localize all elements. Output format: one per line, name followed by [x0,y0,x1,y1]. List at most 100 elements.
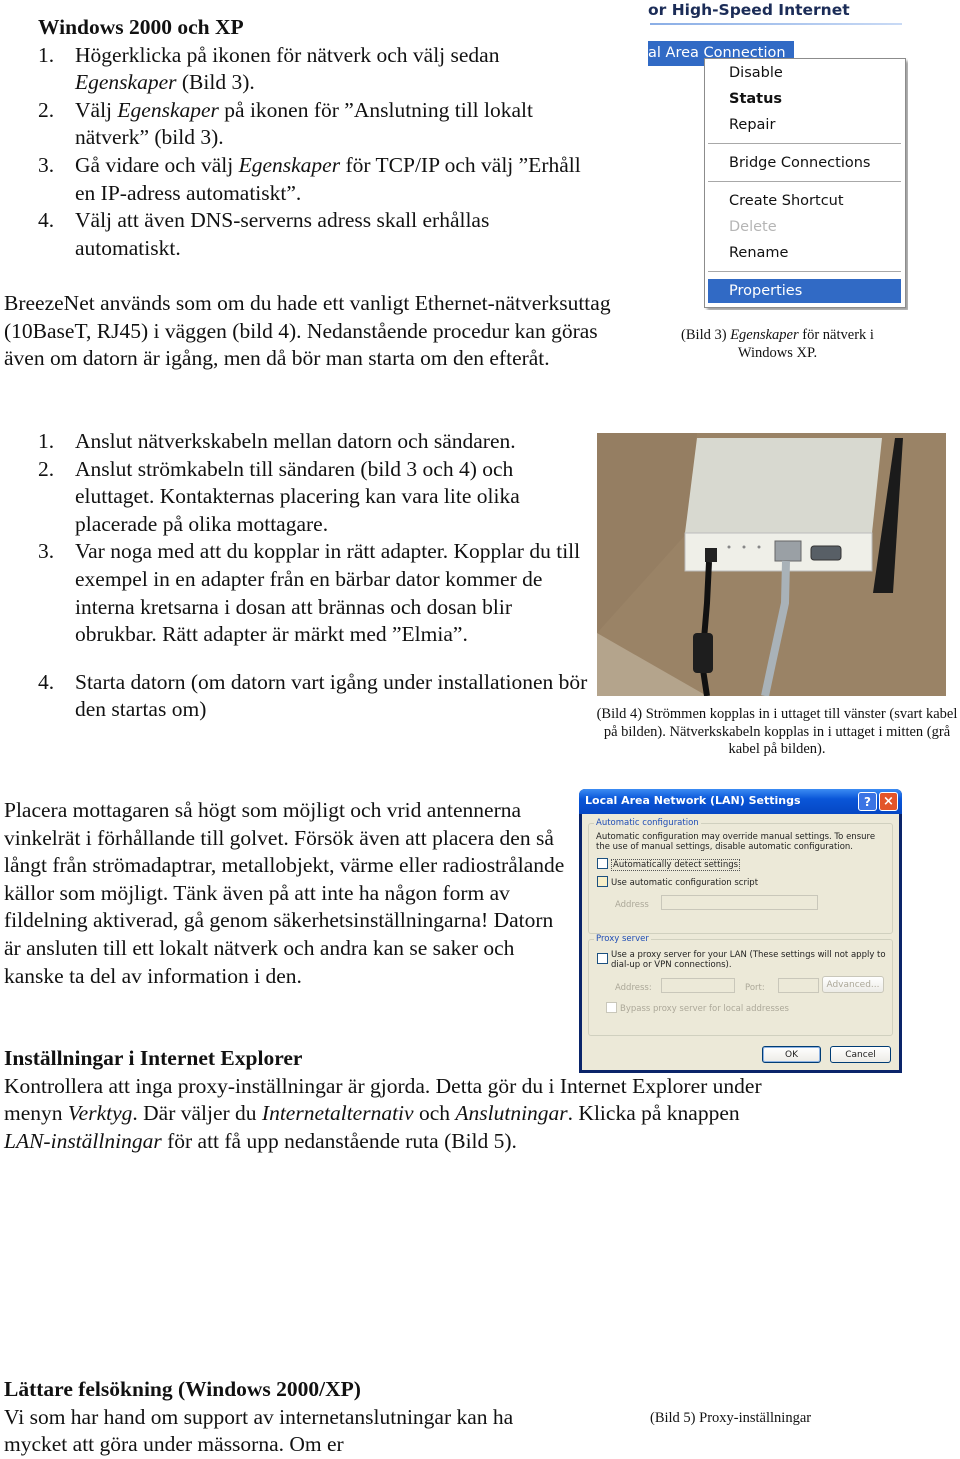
menu-separator [708,143,901,144]
figure-4-photo [597,433,946,696]
section-internet-explorer: Inställningar i Internet Explorer Kontro… [4,1045,764,1155]
menu-item-properties[interactable]: Properties [708,279,901,303]
step-text: Anslut nätverkskabeln mellan datorn och … [75,429,516,453]
use-proxy-server-label: Use a proxy server for your LAN (These s… [611,950,886,970]
section-heading: Windows 2000 och XP [38,15,244,39]
proxy-server-legend: Proxy server [596,934,649,944]
italic-term: Internetalternativ [261,1101,414,1126]
use-automatic-configuration-script-label: Use automatic configuration script [611,878,759,888]
text-run: . Klicka på knappen [567,1101,740,1126]
figure-3-context-menu-screenshot: or High-Speed Internet al Area Connectio… [648,0,908,310]
context-menu: Disable Status Repair Bridge Connections Cre… [704,58,906,308]
checkbox-box[interactable] [597,876,608,887]
step-number: 1. [38,429,55,453]
menu-item-repair[interactable]: Repair [705,113,905,137]
step-item: 3. Gå vidare och välj Egenskaper för TCP/… [0,152,600,207]
italic-term: Anslutningar [455,1101,568,1126]
step-number: 2. [38,97,55,122]
text-run: och [413,1101,456,1126]
italic-term: Egenskaper [238,152,341,177]
port-input[interactable] [778,978,819,993]
section-installation-steps: 1. Anslut nätverkskabeln mellan datorn oc… [0,428,590,724]
menu-item-rename[interactable]: Rename [705,241,905,265]
troubleshooting-text: Vi som har hand om support av internetan… [4,1404,514,1457]
menu-separator [708,181,901,182]
automatic-configuration-description: Automatic configuration may override man… [596,832,876,852]
italic-term: LAN-inställningar [4,1128,162,1153]
network-header-text: or High-Speed Internet [648,1,850,19]
italic-term: Egenskaper [75,70,177,95]
section-troubleshooting: Lättare felsökning (Windows 2000/XP) Vi … [4,1376,549,1459]
text-run: Välj att även DNS-serverns adress skall … [75,208,490,260]
step-text: Anslut strömkabeln till sändaren (bild 3… [75,456,520,536]
menu-item-delete[interactable]: Delete [705,215,905,239]
step-item: 2. Anslut strömkabeln till sändaren (bild… [0,456,590,539]
caption-italic: Egenskaper [730,327,799,343]
steps-list: 1. Högerklicka på ikonen för nätverk och … [0,42,600,263]
step-text: Starta datorn (om datorn vart igång unde… [75,669,588,722]
checkbox-box[interactable] [606,1002,617,1013]
step-number: 2. [38,456,55,481]
menu-item-create-shortcut[interactable]: Create Shortcut [705,189,905,213]
bypass-proxy-label: Bypass proxy server for local addresses [620,1004,789,1014]
internet-explorer-instructions: Kontrollera att inga proxy-inställningar… [4,1073,764,1156]
text-run: Högerklicka på ikonen för nätverk och vä… [75,42,500,67]
cancel-button[interactable]: Cancel [830,1046,891,1063]
menu-item-bridge-connections[interactable]: Bridge Connections [705,151,905,175]
step-item: 1. Högerklicka på ikonen för nätverk och … [0,42,600,97]
step-number: 4. [38,208,55,233]
lan-settings-dialog: Local Area Network (LAN) Settings ? × Au… [579,789,902,1073]
automatically-detect-settings-label: Automatically detect settings [611,859,741,871]
text-run: (Bild 3). [176,70,255,95]
proxy-address-input[interactable] [661,978,735,993]
section-heading: Lättare felsökning (Windows 2000/XP) [4,1377,361,1401]
help-icon[interactable]: ? [858,792,877,811]
bypass-proxy-checkbox[interactable]: Bypass proxy server for local addresses [606,1002,789,1014]
script-address-input[interactable] [661,895,818,910]
section-heading: Inställningar i Internet Explorer [4,1046,303,1070]
step-item: 4. Starta datorn (om datorn vart igång un… [0,669,590,724]
receiver-photo-illustration [597,433,946,696]
menu-separator [708,271,901,272]
step-number: 1. [38,42,55,67]
step-item: 3. Var noga med att du kopplar in rätt ad… [0,538,590,648]
automatically-detect-settings-checkbox[interactable]: Automatically detect settings [597,858,741,871]
ok-button[interactable]: OK [762,1046,821,1063]
figure-4-caption: (Bild 4) Strömmen kopplas in i uttaget t… [596,706,958,757]
figure-3-caption: (Bild 3) Egenskaper för nätverk i Window… [680,327,875,362]
menu-item-status[interactable]: Status [705,87,905,111]
advanced-button[interactable]: Advanced... [822,976,884,993]
checkbox-box[interactable] [597,953,608,964]
step-number: 4. [38,669,55,694]
text-run: Gå vidare och välj [75,152,239,177]
intro-paragraph: BreezeNet används som om du hade ett van… [4,291,611,371]
italic-term: Verktyg [67,1101,133,1126]
step-item: 4. Välj att även DNS-serverns adress skal… [0,207,600,262]
port-label: Port: [745,983,765,993]
section-windows-2000-xp: Windows 2000 och XP 1. Högerklicka på iko… [0,14,600,262]
address-label: Address [615,900,649,910]
menu-item-disable[interactable]: Disable [705,61,905,85]
dialog-title-bar: Local Area Network (LAN) Settings ? × [579,789,902,814]
proxy-address-label: Address: [615,983,652,993]
dialog-body: Automatic configuration Automatic config… [582,814,899,1070]
step-item: 2. Välj Egenskaper på ikonen för ”Anslutn… [0,97,600,152]
close-icon[interactable]: × [879,792,898,811]
checkbox-box[interactable] [597,858,608,869]
use-proxy-server-checkbox[interactable]: Use a proxy server for your LAN (These s… [597,950,887,970]
italic-term: Egenskaper [117,97,219,122]
step-number: 3. [38,539,55,564]
step-number: 3. [38,152,55,177]
automatic-configuration-legend: Automatic configuration [596,818,699,828]
dialog-title: Local Area Network (LAN) Settings [585,794,801,807]
text-run: . Där väljer du [132,1101,262,1126]
caption-prefix: (Bild 3) [681,327,731,343]
text-run: Välj [75,97,118,122]
installation-steps-list: 1. Anslut nätverkskabeln mellan datorn oc… [0,428,590,724]
text-run: för att få upp nedanstående ruta (Bild 5… [161,1128,517,1153]
use-automatic-configuration-script-checkbox[interactable]: Use automatic configuration script [597,876,758,888]
header-divider [650,23,902,25]
placement-paragraph: Placera mottagaren så högt som möjligt o… [4,798,565,988]
figure-5-caption: (Bild 5) Proxy-inställningar [650,1410,812,1426]
step-text: Var noga med att du kopplar in rätt adap… [75,539,581,647]
